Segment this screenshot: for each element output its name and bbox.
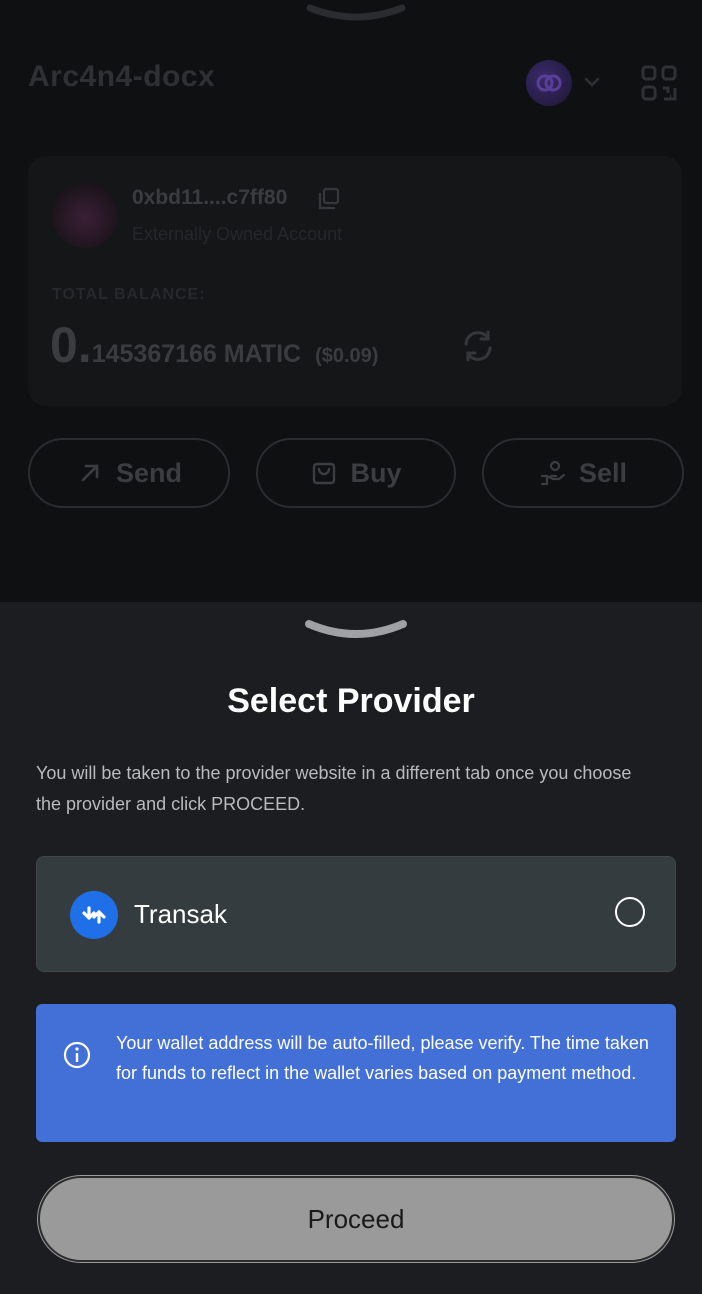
- shopping-bag-icon: [313, 462, 336, 485]
- proceed-button[interactable]: Proceed: [38, 1176, 674, 1262]
- account-address: 0xbd11....c7ff80: [132, 186, 288, 209]
- arrow-up-right-icon: [81, 464, 99, 482]
- transak-logo-icon: [70, 891, 118, 939]
- network-avatar[interactable]: [526, 60, 572, 106]
- total-balance-label: TOTAL BALANCE:: [52, 286, 206, 303]
- provider-name: Transak: [134, 899, 227, 929]
- provider-option-transak[interactable]: Transak: [36, 856, 676, 972]
- sheet-description: You will be taken to the provider websit…: [36, 763, 632, 814]
- sheet-title: Select Provider: [227, 682, 475, 720]
- account-type: Externally Owned Account: [132, 224, 343, 244]
- info-icon: [63, 1041, 91, 1069]
- polygon-icon: [536, 74, 562, 92]
- buy-button[interactable]: Buy: [256, 438, 456, 508]
- select-provider-sheet: Select Provider You will be taken to the…: [0, 602, 702, 1294]
- balance-integer: 0.: [50, 317, 92, 373]
- sell-label: Sell: [578, 457, 628, 488]
- send-label: Send: [115, 457, 182, 488]
- top-drag-handle[interactable]: [306, 2, 406, 24]
- total-balance: 0.145367166 MATIC ($0.09): [50, 316, 378, 374]
- buy-label: Buy: [350, 457, 402, 488]
- wallet-name[interactable]: Arc4n4-docx: [28, 60, 215, 94]
- balance-fiat: ($0.09): [315, 345, 379, 367]
- qr-code-icon[interactable]: [640, 64, 678, 102]
- info-banner: Your wallet address will be auto-filled,…: [36, 1004, 676, 1142]
- send-button[interactable]: Send: [28, 438, 230, 508]
- refresh-icon[interactable]: [460, 328, 496, 364]
- copy-icon[interactable]: [316, 186, 342, 212]
- hand-coins-icon: [540, 460, 566, 486]
- account-avatar: [52, 182, 118, 248]
- account-card: 0xbd11....c7ff80 Externally Owned Accoun…: [28, 156, 682, 406]
- sheet-drag-handle[interactable]: [305, 616, 407, 642]
- sell-button[interactable]: Sell: [482, 438, 684, 508]
- balance-decimal: 145367166 MATIC: [91, 340, 302, 368]
- info-text: Your wallet address will be auto-filled,…: [116, 1033, 649, 1083]
- chevron-down-icon[interactable]: [580, 70, 604, 94]
- provider-radio[interactable]: [615, 897, 645, 927]
